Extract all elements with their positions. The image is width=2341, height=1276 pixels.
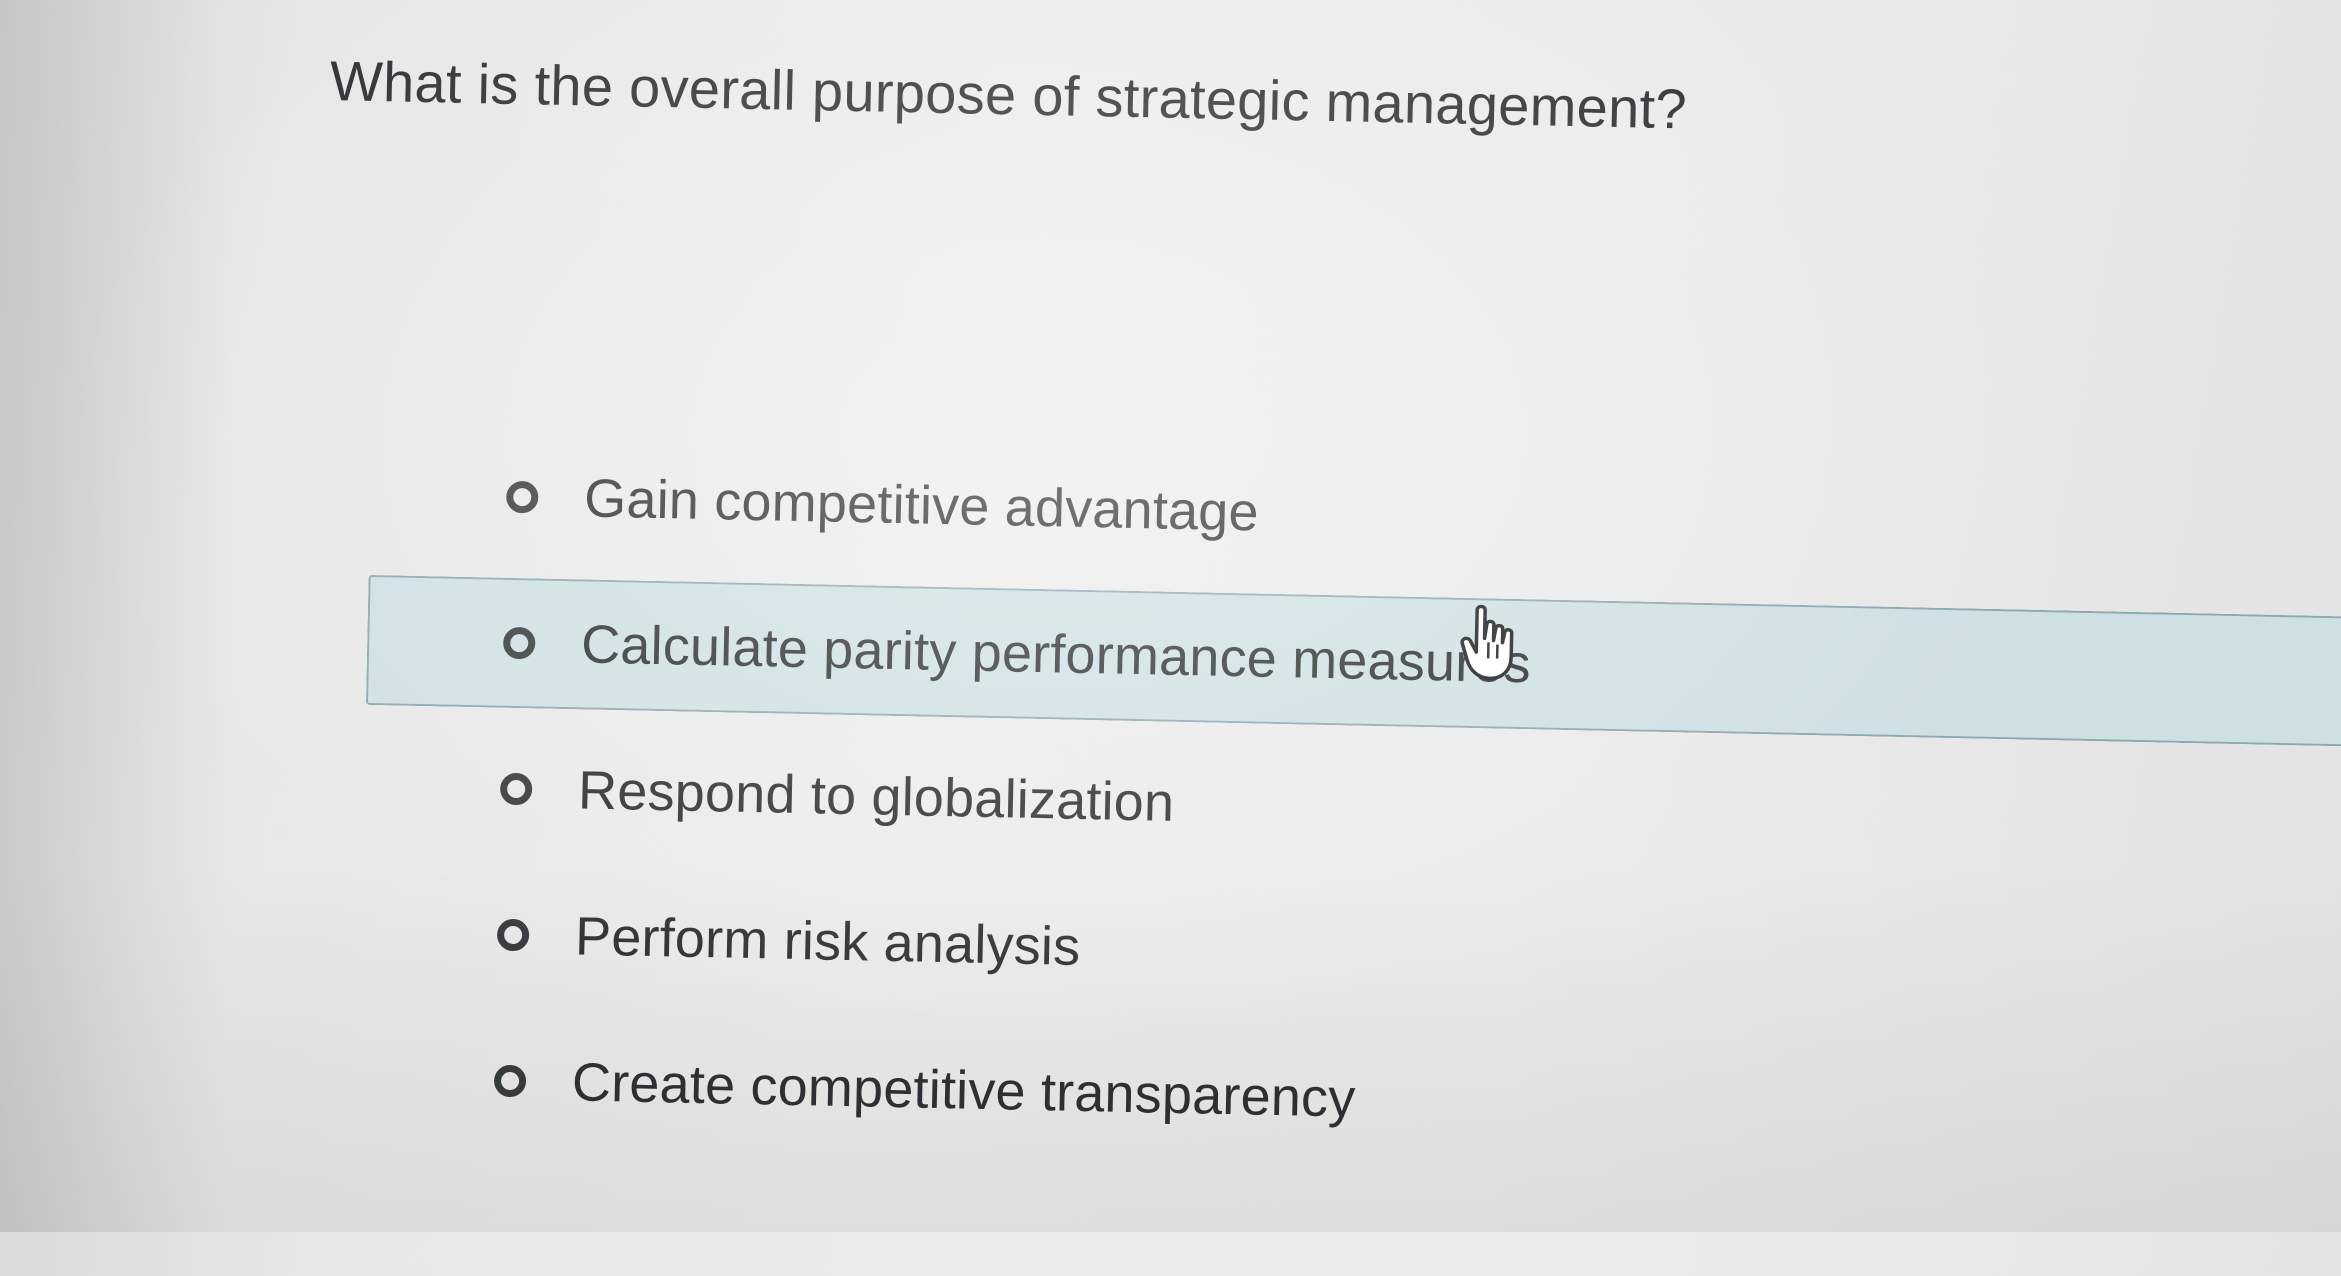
radio-unchecked-icon[interactable]: [494, 1065, 527, 1098]
question-text: What is the overall purpose of strategic…: [329, 48, 1687, 141]
answer-option-label: Calculate parity performance measures: [581, 613, 1532, 695]
radio-unchecked-icon[interactable]: [503, 627, 536, 660]
answer-option-label: Respond to globalization: [578, 759, 1175, 833]
answer-option-label: Gain competitive advantage: [584, 467, 1260, 543]
answer-option-label: Create competitive transparency: [571, 1051, 1356, 1129]
hand-pointer-cursor-icon: [1458, 602, 1526, 683]
radio-unchecked-icon[interactable]: [500, 773, 533, 806]
radio-unchecked-icon[interactable]: [506, 481, 539, 514]
radio-unchecked-icon[interactable]: [497, 919, 530, 952]
quiz-question-panel: What is the overall purpose of strategic…: [0, 0, 2341, 1274]
answer-option-label: Perform risk analysis: [574, 905, 1081, 978]
answer-options-list: Gain competitive advantage Calculate par…: [358, 421, 2341, 1193]
